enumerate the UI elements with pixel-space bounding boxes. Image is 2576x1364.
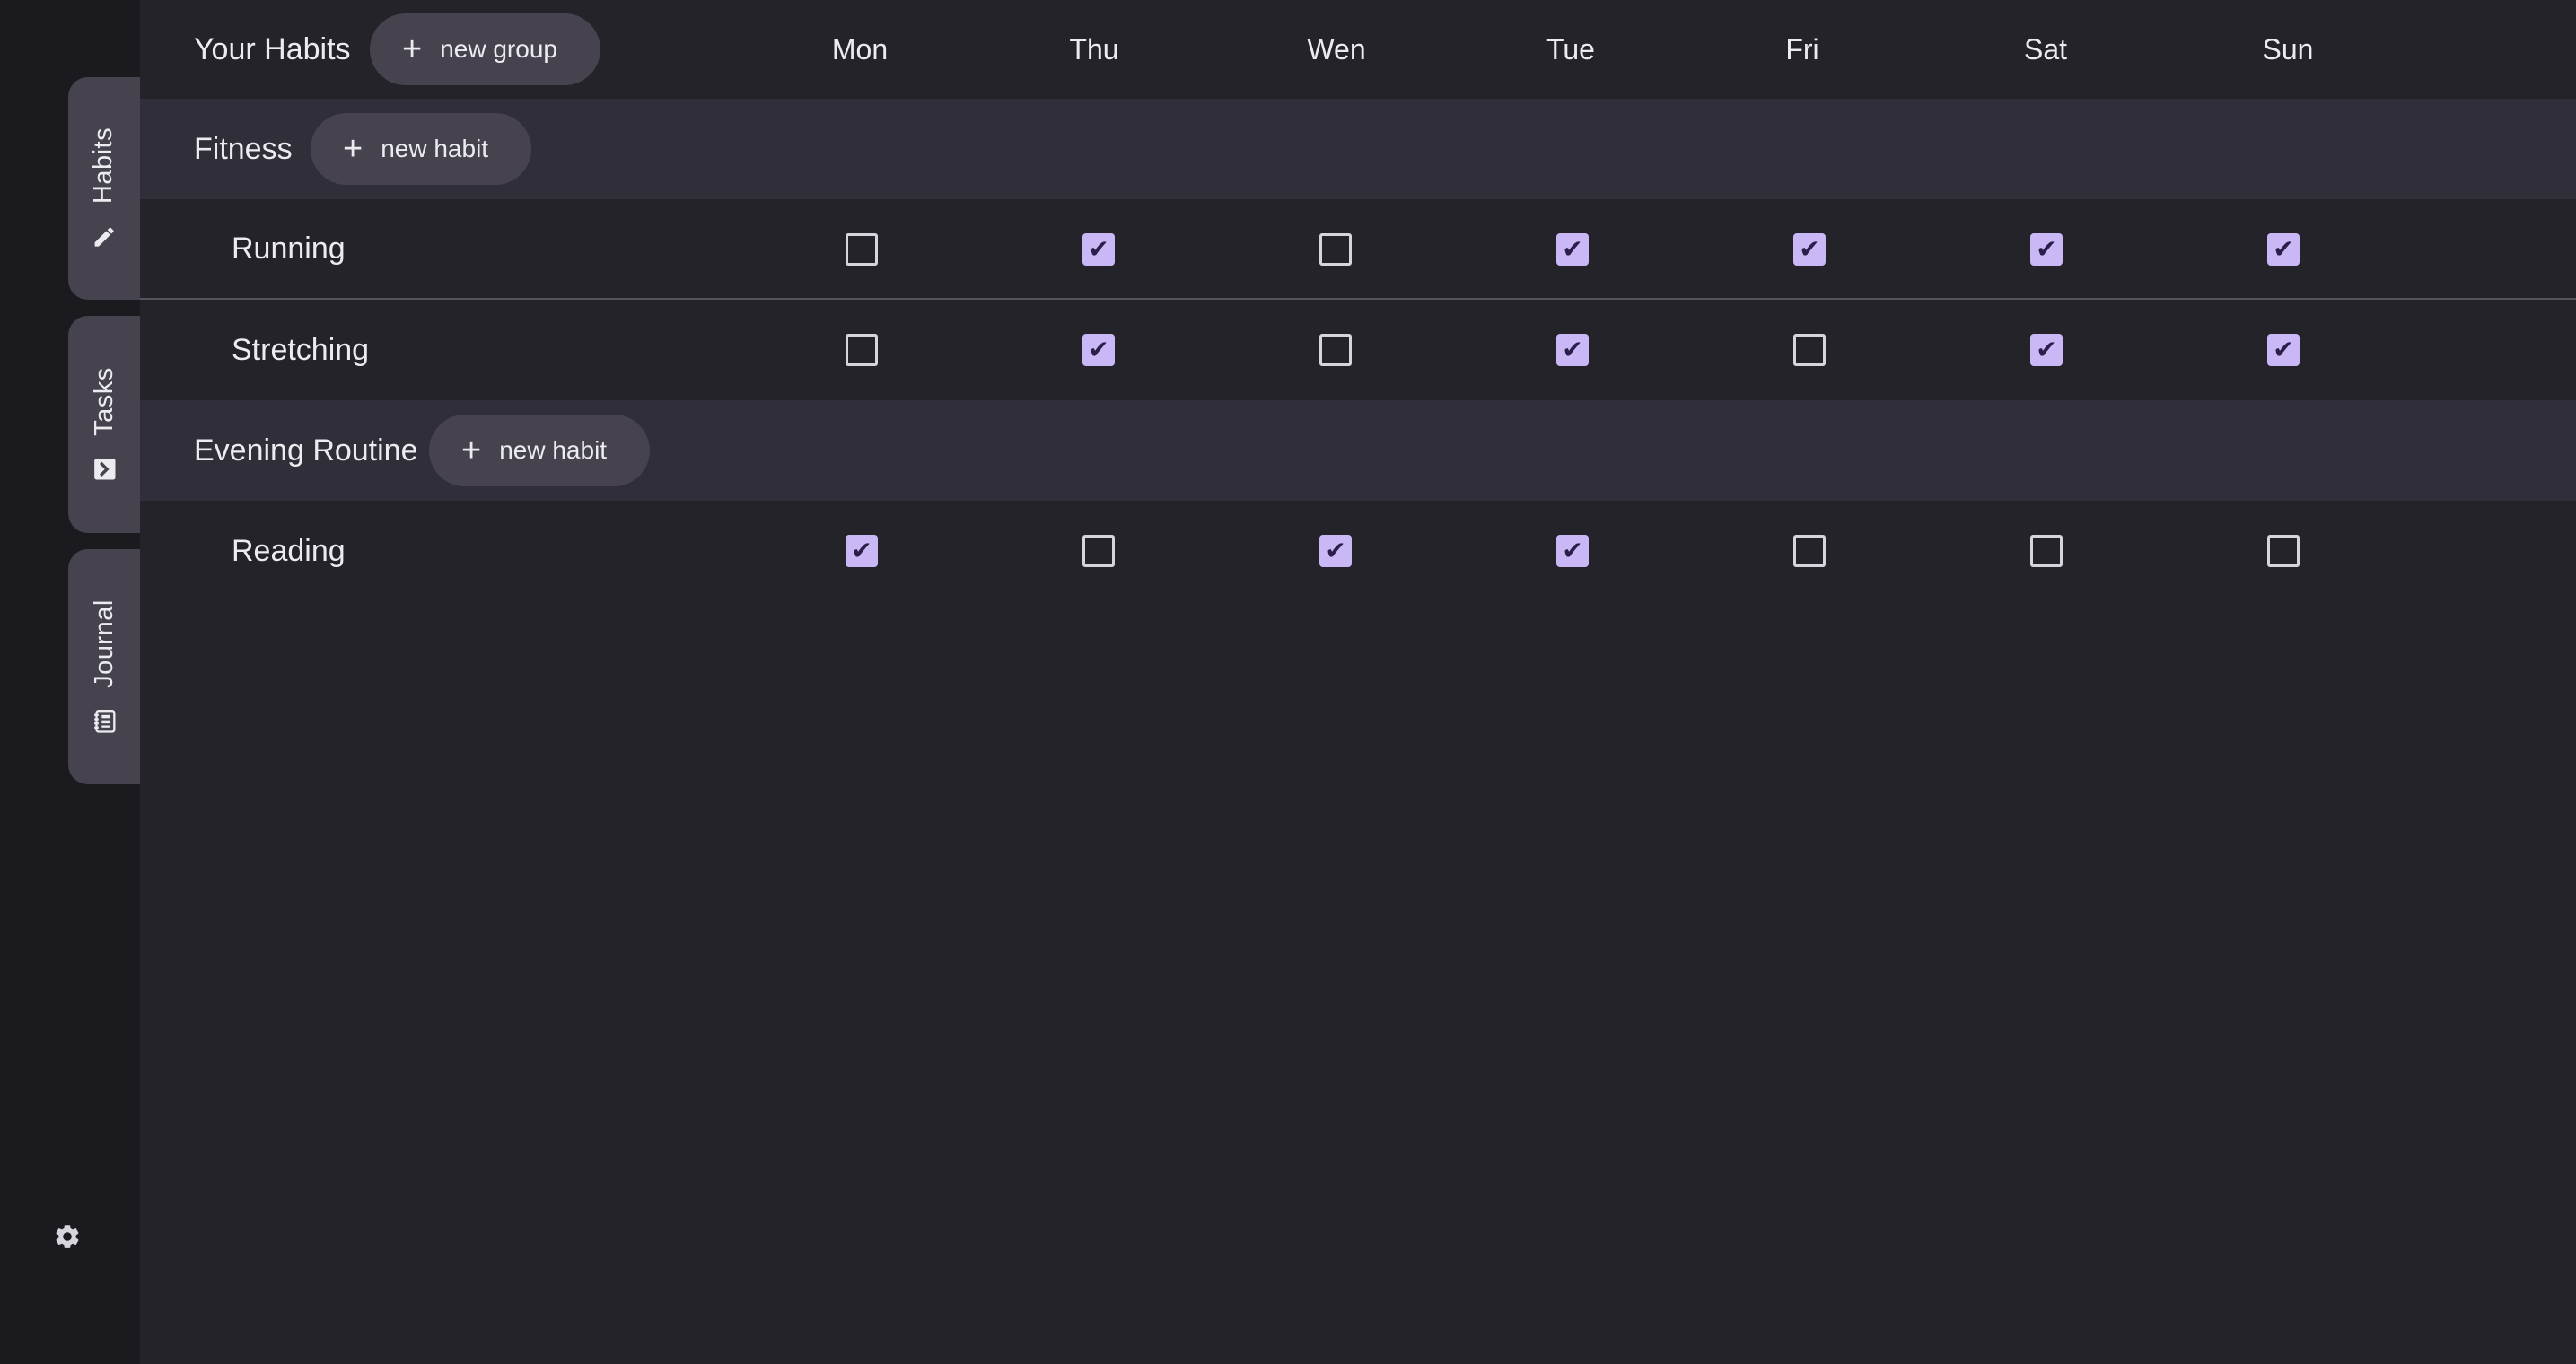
checkbox-fri[interactable] — [1793, 334, 1826, 366]
header-row: Your Habits + new group Mon Thu Wen Tue … — [140, 0, 2576, 99]
checkbox-wen[interactable]: ✔ — [1319, 535, 1352, 567]
sidebar: Habits Tasks Journal — [0, 0, 140, 1364]
new-group-button[interactable]: + new group — [370, 13, 600, 85]
check-icon: ✔ — [2273, 335, 2294, 364]
group-title: Evening Routine — [194, 433, 418, 468]
new-habit-button[interactable]: + new habit — [311, 113, 532, 185]
checkbox-thu[interactable]: ✔ — [1082, 233, 1115, 266]
habit-row: Running ✔ ✔ ✔ ✔ ✔ — [140, 199, 2576, 300]
checkbox-wen[interactable] — [1319, 233, 1352, 266]
page-title: Your Habits — [194, 31, 351, 66]
tab-habits-label: Habits — [89, 127, 118, 204]
check-icon: ✔ — [1088, 234, 1109, 264]
checkbox-thu[interactable]: ✔ — [1082, 334, 1115, 366]
checkbox-tue[interactable]: ✔ — [1556, 535, 1589, 567]
day-header-sun: Sun — [2262, 32, 2314, 66]
checkbox-mon[interactable]: ✔ — [846, 535, 878, 567]
group-row-evening-routine: Evening Routine + new habit — [140, 400, 2576, 501]
checkbox-fri[interactable]: ✔ — [1793, 233, 1826, 266]
day-header-mon: Mon — [831, 32, 889, 66]
tab-journal[interactable]: Journal — [68, 549, 140, 784]
checkbox-fri[interactable] — [1793, 535, 1826, 567]
check-icon: ✔ — [1562, 335, 1583, 364]
checkbox-sun[interactable]: ✔ — [2267, 233, 2300, 266]
checkbox-tue[interactable]: ✔ — [1556, 233, 1589, 266]
new-group-label: new group — [440, 35, 557, 63]
check-icon: ✔ — [1562, 536, 1583, 565]
check-icon: ✔ — [2036, 335, 2057, 364]
day-header-thu: Thu — [1069, 32, 1119, 66]
checkbox-wen[interactable] — [1319, 334, 1352, 366]
tab-tasks-label: Tasks — [89, 366, 118, 436]
habit-row: Reading ✔ ✔ ✔ — [140, 501, 2576, 601]
check-icon: ✔ — [1325, 536, 1346, 565]
habit-name: Stretching — [232, 332, 370, 367]
habit-row: Stretching ✔ ✔ ✔ ✔ — [140, 300, 2576, 400]
pencil-icon — [91, 223, 118, 250]
check-icon: ✔ — [851, 536, 872, 565]
plus-icon: + — [343, 130, 364, 168]
checkbox-sat[interactable]: ✔ — [2030, 233, 2063, 266]
tab-habits[interactable]: Habits — [68, 77, 140, 300]
checkbox-tue[interactable]: ✔ — [1556, 334, 1589, 366]
check-icon: ✔ — [2273, 234, 2294, 264]
habit-name: Running — [232, 231, 346, 266]
checkbox-sun[interactable]: ✔ — [2267, 334, 2300, 366]
checkbox-mon[interactable] — [846, 334, 878, 366]
day-header-fri: Fri — [1785, 32, 1819, 66]
check-icon: ✔ — [2036, 234, 2057, 264]
day-header-wen: Wen — [1307, 32, 1366, 66]
gear-icon[interactable] — [49, 1219, 85, 1255]
new-habit-label: new habit — [499, 436, 608, 464]
tab-journal-label: Journal — [89, 599, 118, 688]
app-root: Habits Tasks Journal Your Habits + new g… — [0, 0, 2576, 1364]
tab-tasks[interactable]: Tasks — [68, 316, 140, 533]
new-habit-label: new habit — [381, 135, 489, 162]
new-habit-button[interactable]: + new habit — [429, 415, 651, 486]
plus-icon: + — [461, 432, 482, 469]
habit-table: Your Habits + new group Mon Thu Wen Tue … — [140, 0, 2576, 1364]
checkbox-sun[interactable] — [2267, 535, 2300, 567]
plus-icon: + — [402, 31, 423, 68]
notebook-icon — [91, 707, 118, 734]
check-icon: ✔ — [1799, 234, 1820, 264]
checkbox-thu[interactable] — [1082, 535, 1115, 567]
day-header-sat: Sat — [2023, 32, 2068, 66]
habit-name: Reading — [232, 533, 346, 568]
checkbox-sat[interactable]: ✔ — [2030, 334, 2063, 366]
check-icon: ✔ — [1562, 234, 1583, 264]
day-header-tue: Tue — [1546, 32, 1595, 66]
checkbox-sat[interactable] — [2030, 535, 2063, 567]
group-title: Fitness — [194, 131, 293, 166]
task-icon — [91, 455, 118, 482]
group-row-fitness: Fitness + new habit — [140, 99, 2576, 199]
check-icon: ✔ — [1088, 335, 1109, 364]
checkbox-mon[interactable] — [846, 233, 878, 266]
